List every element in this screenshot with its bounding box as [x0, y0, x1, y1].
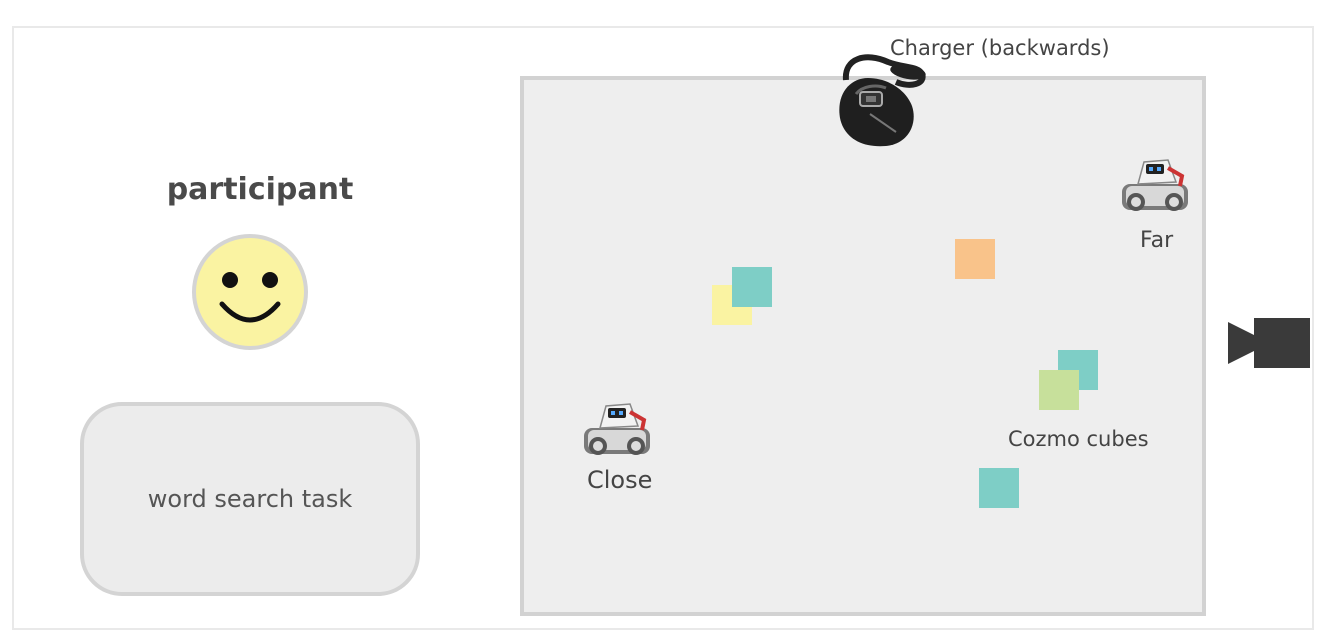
far-label: Far	[1140, 228, 1174, 253]
close-label: Close	[587, 466, 653, 494]
cube-teal-1	[732, 267, 772, 307]
cubes-label: Cozmo cubes	[1008, 427, 1149, 451]
word-search-task-box: word search task	[80, 402, 420, 596]
cube-green	[1039, 370, 1079, 410]
charger-label: Charger (backwards)	[890, 36, 1110, 60]
task-label: word search task	[147, 485, 353, 513]
charger-icon	[839, 54, 926, 147]
cozmo-robot-close-icon	[584, 403, 650, 455]
video-camera-icon	[1228, 318, 1310, 368]
cube-teal-3	[979, 468, 1019, 508]
smiley-face-icon	[192, 234, 308, 350]
participant-label: participant	[166, 172, 354, 207]
room-area	[520, 76, 1206, 616]
cozmo-robot-far-icon	[1122, 159, 1188, 211]
cube-orange	[955, 239, 995, 279]
